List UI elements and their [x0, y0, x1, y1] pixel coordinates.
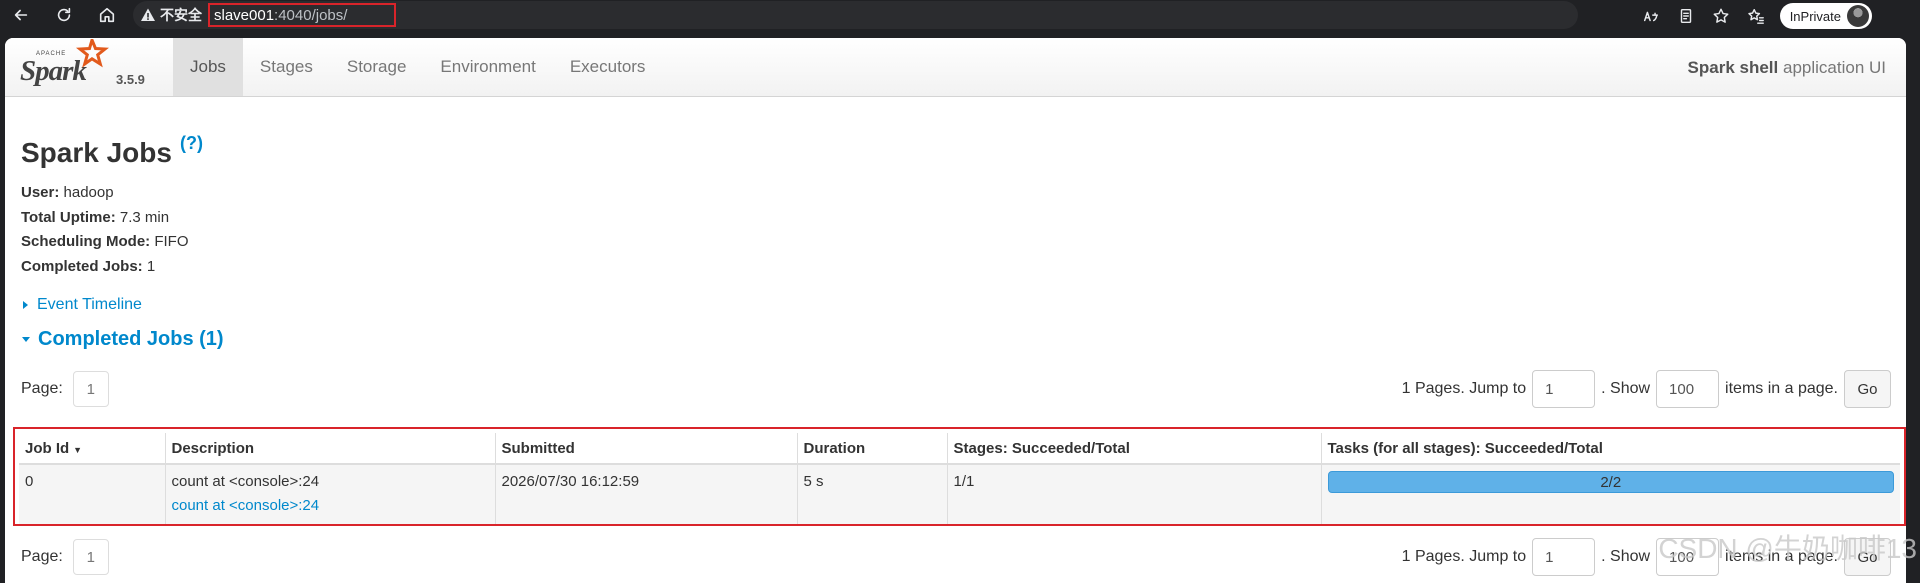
- show-text: . Show: [1601, 380, 1651, 397]
- nav-tabs: Jobs Stages Storage Environment Executor…: [173, 38, 662, 96]
- page-title: Spark Jobs (?): [21, 133, 1890, 169]
- page-label: Page:: [21, 380, 63, 397]
- tab-environment[interactable]: Environment: [423, 38, 552, 96]
- pages-text: 1 Pages. Jump to: [1401, 548, 1527, 565]
- col-description[interactable]: Description: [164, 433, 495, 465]
- cell-stages: 1/1: [946, 464, 1321, 524]
- completed-jobs-link[interactable]: Completed Jobs:: [21, 258, 143, 275]
- browser-tools: InPrivate: [1640, 3, 1872, 29]
- table-row: 0 count at <console>:24 count at <consol…: [19, 464, 1900, 524]
- completed-jobs-toggle[interactable]: Completed Jobs (1): [21, 328, 1890, 351]
- pager-top-left: Page: 1: [21, 371, 109, 407]
- user-label: User:: [21, 184, 60, 201]
- reading-view-icon[interactable]: [1675, 5, 1697, 27]
- cell-job-id: 0: [19, 464, 165, 524]
- table-header-row: Job Id ▼ Description Submitted Duration S…: [19, 433, 1900, 465]
- page-label: Page:: [21, 548, 63, 565]
- items-text: items in a page.: [1725, 380, 1838, 397]
- url-path: :4040/jobs/: [274, 6, 348, 24]
- go-button[interactable]: Go: [1844, 370, 1891, 408]
- cell-submitted: 2026/07/30 16:12:59: [494, 464, 797, 524]
- csdn-watermark: CSDN @牛奶咖啡13: [1658, 533, 1917, 564]
- pager-top: Page: 1 1 Pages. Jump to 1 . Show 100 it…: [21, 370, 1891, 408]
- completed-jobs-table: Job Id ▼ Description Submitted Duration S…: [13, 427, 1906, 526]
- jump-to-input[interactable]: 1: [1532, 538, 1596, 576]
- completed-jobs-title: Completed Jobs (1): [38, 328, 224, 350]
- mode-value: FIFO: [150, 233, 189, 250]
- refresh-icon[interactable]: [52, 3, 76, 27]
- tab-executors[interactable]: Executors: [553, 38, 663, 96]
- col-submitted[interactable]: Submitted: [494, 433, 797, 465]
- spark-web-ui: APACHE Spark 3.5.9 Jobs Stages Storage E…: [5, 38, 1906, 583]
- col-job-id[interactable]: Job Id ▼: [19, 433, 165, 465]
- event-timeline-label: Event Timeline: [37, 296, 142, 313]
- inprivate-label: InPrivate: [1789, 8, 1841, 24]
- pager-bottom: Page: 1 1 Pages. Jump to 1 . Show 100 it…: [21, 538, 1891, 576]
- browser-toolbar: 不安全 slave001:4040/jobs/ InPrivate: [0, 0, 1920, 30]
- address-bar[interactable]: 不安全 slave001:4040/jobs/: [133, 1, 1578, 29]
- pager-top-right: 1 Pages. Jump to 1 . Show 100 items in a…: [1402, 370, 1891, 408]
- cell-tasks: 2/2: [1320, 464, 1900, 524]
- description-text: count at <console>:24: [171, 473, 320, 490]
- favorite-star-icon[interactable]: [1710, 5, 1732, 27]
- job-summary: User: hadoop Total Uptime: 7.3 min Sched…: [21, 181, 1890, 279]
- spark-star-icon: [75, 39, 109, 68]
- event-timeline-toggle[interactable]: Event Timeline: [21, 296, 1890, 314]
- user-value: hadoop: [59, 184, 114, 201]
- url-text[interactable]: slave001:4040/jobs/: [208, 3, 396, 27]
- back-icon[interactable]: [9, 3, 33, 27]
- insecure-label: 不安全: [160, 7, 202, 23]
- col-duration[interactable]: Duration: [796, 433, 947, 465]
- completed-value: 1: [142, 257, 156, 275]
- page-title-text: Spark Jobs: [21, 137, 172, 168]
- app-title: Spark shell application UI: [1688, 58, 1886, 78]
- pager-bottom-left: Page: 1: [21, 539, 109, 575]
- tab-jobs[interactable]: Jobs: [173, 38, 243, 96]
- cell-duration: 5 s: [796, 464, 947, 524]
- mode-label: Scheduling Mode:: [21, 233, 151, 250]
- summary-mode: Scheduling Mode: FIFO: [21, 230, 1890, 255]
- page-size-input[interactable]: 100: [1656, 370, 1720, 408]
- home-icon[interactable]: [95, 3, 119, 27]
- inprivate-button[interactable]: InPrivate: [1779, 3, 1872, 29]
- caret-right-icon: [23, 301, 28, 309]
- col-job-id-label: Job Id: [25, 439, 70, 457]
- jump-to-input[interactable]: 1: [1532, 370, 1596, 408]
- sort-desc-icon: ▼: [73, 444, 83, 455]
- caret-down-icon: [22, 337, 30, 342]
- summary-user: User: hadoop: [21, 181, 1890, 206]
- summary-completed: Completed Jobs: 1: [21, 255, 1890, 280]
- tab-stages[interactable]: Stages: [243, 38, 330, 96]
- col-tasks[interactable]: Tasks (for all stages): Succeeded/Total: [1320, 433, 1900, 465]
- favorites-icon[interactable]: [1745, 5, 1767, 27]
- help-link[interactable]: (?): [180, 133, 203, 154]
- tasks-progress-bar: 2/2: [1327, 471, 1894, 493]
- page-button[interactable]: 1: [72, 371, 109, 407]
- uptime-value: 7.3 min: [115, 208, 170, 226]
- col-stages[interactable]: Stages: Succeeded/Total: [946, 433, 1321, 465]
- page-button[interactable]: 1: [72, 539, 109, 575]
- tasks-progress-label: 2/2: [1600, 474, 1622, 491]
- warning-icon: [141, 8, 155, 21]
- app-title-suffix: application UI: [1778, 58, 1886, 77]
- uptime-label: Total Uptime:: [21, 208, 116, 226]
- avatar: [1847, 5, 1869, 27]
- description-link[interactable]: count at <console>:24: [172, 497, 489, 514]
- page-content: Spark Jobs (?) User: hadoop Total Uptime…: [5, 133, 1906, 351]
- cell-description: count at <console>:24 count at <console>…: [164, 464, 495, 524]
- url-host: slave001: [214, 6, 275, 24]
- spark-navbar: APACHE Spark 3.5.9 Jobs Stages Storage E…: [5, 38, 1906, 97]
- spark-version: 3.5.9: [116, 72, 145, 87]
- spark-brand[interactable]: APACHE Spark 3.5.9: [5, 38, 170, 96]
- tab-storage[interactable]: Storage: [330, 38, 424, 96]
- show-text: . Show: [1601, 548, 1651, 565]
- pages-text: 1 Pages. Jump to: [1401, 380, 1527, 397]
- app-name: Spark shell: [1687, 58, 1779, 77]
- read-aloud-icon[interactable]: [1640, 5, 1662, 27]
- summary-uptime: Total Uptime: 7.3 min: [21, 206, 1890, 231]
